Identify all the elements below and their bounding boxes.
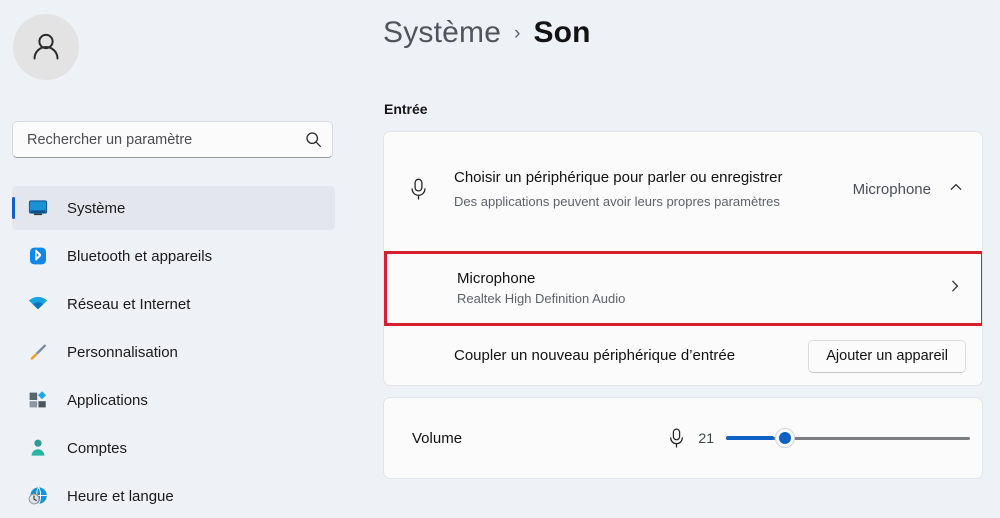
breadcrumb-separator-icon: › (514, 23, 521, 44)
search-box[interactable] (12, 121, 333, 158)
person-icon (26, 436, 50, 460)
pair-device-title: Coupler un nouveau périphérique d’entrée (454, 347, 736, 364)
choose-device-text: Choisir un périphérique pour parler ou e… (435, 166, 853, 213)
paintbrush-icon (26, 340, 50, 364)
sidebar-item-heure-et-langue[interactable]: Heure et langue (12, 474, 335, 518)
sidebar-item-label: Bluetooth et appareils (67, 247, 213, 265)
microphone-device-title: Microphone (457, 270, 536, 287)
bluetooth-icon (26, 244, 50, 268)
search-input[interactable] (27, 131, 305, 148)
apps-icon (26, 388, 50, 412)
sidebar: Système Bluetooth et appareils Réseau et… (0, 0, 370, 518)
microphone-icon (401, 177, 435, 201)
sidebar-item-label: Système (67, 199, 126, 217)
selected-device-value: Microphone (852, 180, 931, 198)
breadcrumb: Système › Son (383, 16, 591, 50)
monitor-icon (26, 196, 50, 220)
choose-device-control[interactable]: Microphone (853, 179, 964, 200)
sidebar-item-comptes[interactable]: Comptes (12, 426, 335, 470)
sidebar-item-reseau-et-internet[interactable]: Réseau et Internet (12, 282, 335, 326)
sidebar-item-label: Heure et langue (67, 487, 174, 505)
person-avatar-icon (27, 28, 65, 66)
microphone-device-text: Microphone Realtek High Definition Audio (457, 268, 947, 309)
breadcrumb-parent[interactable]: Système (383, 16, 501, 50)
choose-device-title: Choisir un périphérique pour parler ou e… (454, 168, 783, 186)
volume-slider-thumb[interactable] (774, 428, 795, 448)
clock-globe-icon (26, 484, 50, 508)
sidebar-item-bluetooth-et-appareils[interactable]: Bluetooth et appareils (12, 234, 335, 278)
sidebar-item-applications[interactable]: Applications (12, 378, 335, 422)
choose-device-subtitle: Des applications peuvent avoir leurs pro… (454, 193, 780, 209)
page-title: Son (533, 16, 591, 49)
avatar[interactable] (13, 14, 79, 80)
volume-slider-fill (726, 436, 774, 440)
chevron-up-icon[interactable] (948, 179, 964, 200)
chevron-right-icon[interactable] (947, 278, 963, 299)
sidebar-item-personnalisation[interactable]: Personnalisation (12, 330, 335, 374)
sidebar-item-label: Réseau et Internet (67, 295, 191, 313)
microphone-device-subtitle: Realtek High Definition Audio (457, 291, 626, 306)
microphone-device-row[interactable]: Microphone Realtek High Definition Audio (384, 251, 982, 326)
volume-value: 21 (698, 430, 714, 446)
search-icon[interactable] (305, 131, 322, 148)
input-devices-card: Choisir un périphérique pour parler ou e… (383, 131, 983, 386)
nav-list: Système Bluetooth et appareils Réseau et… (0, 186, 370, 518)
section-label-entree: Entrée (384, 101, 428, 117)
volume-row: Volume 21 (384, 398, 982, 478)
volume-control[interactable]: 21 (667, 427, 970, 449)
volume-label: Volume (412, 429, 463, 447)
pair-device-text: Coupler un nouveau périphérique d’entrée (454, 345, 808, 367)
wifi-icon (26, 292, 50, 316)
volume-card: Volume 21 (383, 397, 983, 479)
sidebar-item-label: Personnalisation (67, 343, 178, 361)
volume-slider[interactable] (726, 427, 970, 449)
sidebar-item-label: Applications (67, 391, 148, 409)
microphone-icon[interactable] (667, 427, 686, 449)
add-device-button[interactable]: Ajouter un appareil (808, 339, 966, 373)
choose-device-row[interactable]: Choisir un périphérique pour parler ou e… (384, 132, 982, 246)
sidebar-item-label: Comptes (67, 439, 128, 457)
sidebar-item-systeme[interactable]: Système (12, 186, 335, 230)
main-content: Système › Son Entrée Choisir un périphér… (383, 0, 1000, 518)
pair-device-row: Coupler un nouveau périphérique d’entrée… (384, 326, 982, 385)
